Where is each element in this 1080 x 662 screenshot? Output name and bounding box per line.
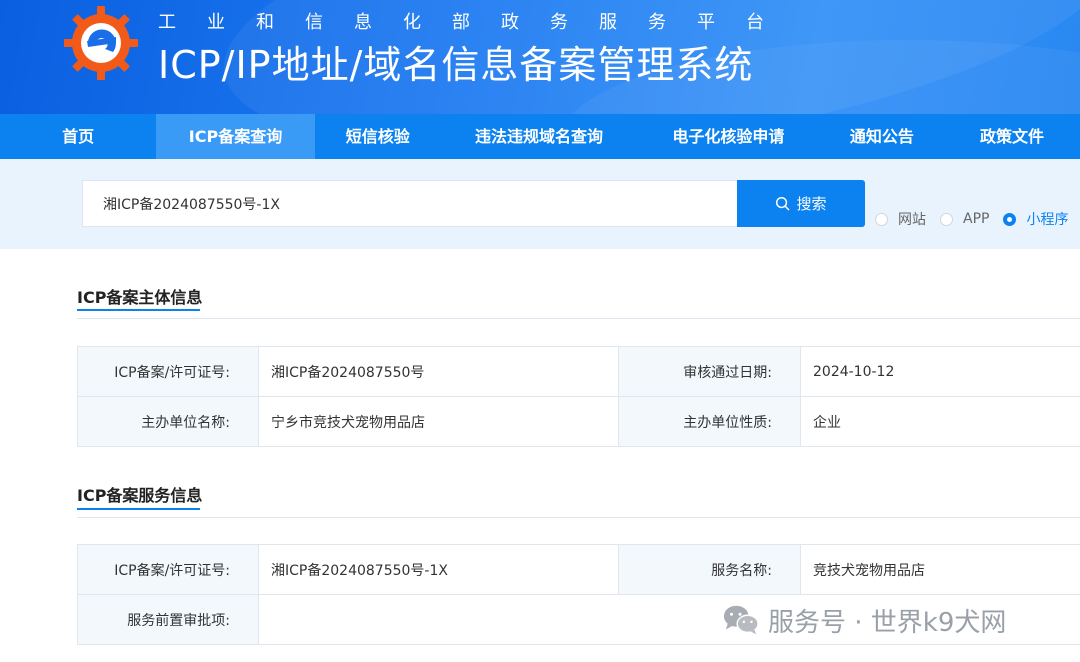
field-label: 服务名称: [618,544,801,595]
radio-website[interactable]: 网站 [875,209,926,229]
subject-info-table: ICP备案/许可证号: 湘ICP备2024087550号 审核通过日期: 202… [77,346,1080,447]
search-input[interactable] [82,180,738,227]
service-section-title: ICP备案服务信息 [77,486,203,505]
radio-label: 小程序 [1026,212,1069,228]
field-label: 主办单位名称: [77,396,259,447]
nav-item-sms-verify[interactable]: 短信核验 [315,114,441,159]
search-area: 搜索 网站 APP 小程序 [0,159,1080,249]
field-label: ICP备案/许可证号: [77,346,259,397]
field-label: 审核通过日期: [618,346,801,397]
main-nav: 首页 ICP备案查询 短信核验 违法违规域名查询 电子化核验申请 通知公告 政策… [0,114,1080,159]
field-value: 湘ICP备2024087550号 [258,346,619,397]
wechat-icon [723,605,759,635]
subject-section-title: ICP备案主体信息 [77,288,203,307]
nav-item-notices[interactable]: 通知公告 [820,114,944,159]
header-banner: 工业和信息化部政务服务平台 ICP/IP地址/域名信息备案管理系统 [0,0,1080,114]
platform-subtitle: 工业和信息化部政务服务平台 [158,12,795,33]
radio-mini-program[interactable]: 小程序 [1003,209,1068,229]
search-button-label: 搜索 [796,196,827,213]
nav-item-electronic-verify[interactable]: 电子化核验申请 [637,114,820,159]
radio-label: 网站 [898,212,926,228]
field-value: 竞技犬宠物用品店 [800,544,1080,595]
nav-item-icp-query[interactable]: ICP备案查询 [156,114,315,159]
table-row: 主办单位名称: 宁乡市竞技犬宠物用品店 主办单位性质: 企业 [77,396,1080,447]
field-label: 主办单位性质: [618,396,801,447]
radio-circle-checked [1003,212,1017,226]
nav-item-illegal-domain-query[interactable]: 违法违规域名查询 [441,114,637,159]
radio-label: APP [963,211,990,227]
table-row: ICP备案/许可证号: 湘ICP备2024087550号 审核通过日期: 202… [77,346,1080,397]
nav-item-home[interactable]: 首页 [0,114,156,159]
table-row: ICP备案/许可证号: 湘ICP备2024087550号-1X 服务名称: 竞技… [77,544,1080,595]
field-label: ICP备案/许可证号: [77,544,259,595]
search-button[interactable]: 搜索 [737,180,865,227]
radio-app[interactable]: APP [940,211,989,227]
radio-circle [875,212,888,226]
system-title: ICP/IP地址/域名信息备案管理系统 [158,43,754,87]
field-value: 企业 [800,396,1080,447]
nav-item-policy-files[interactable]: 政策文件 [944,114,1080,159]
section-divider [77,517,1080,518]
search-icon [776,196,790,211]
radio-circle [940,212,953,226]
field-value: 宁乡市竞技犬宠物用品店 [258,396,619,447]
watermark-text: 服务号 · 世界k9犬网 [768,607,1007,638]
field-value: 2024-10-12 [800,346,1080,397]
search-type-options: 网站 APP 小程序 [875,209,1080,229]
watermark: 服务号 · 世界k9犬网 [722,598,1006,642]
section-title-underline [77,508,200,510]
field-value: 湘ICP备2024087550号-1X [258,544,619,595]
section-divider [77,318,1080,319]
section-title-underline [77,309,200,311]
miit-logo-icon [64,6,138,80]
field-label: 服务前置审批项: [77,594,259,645]
